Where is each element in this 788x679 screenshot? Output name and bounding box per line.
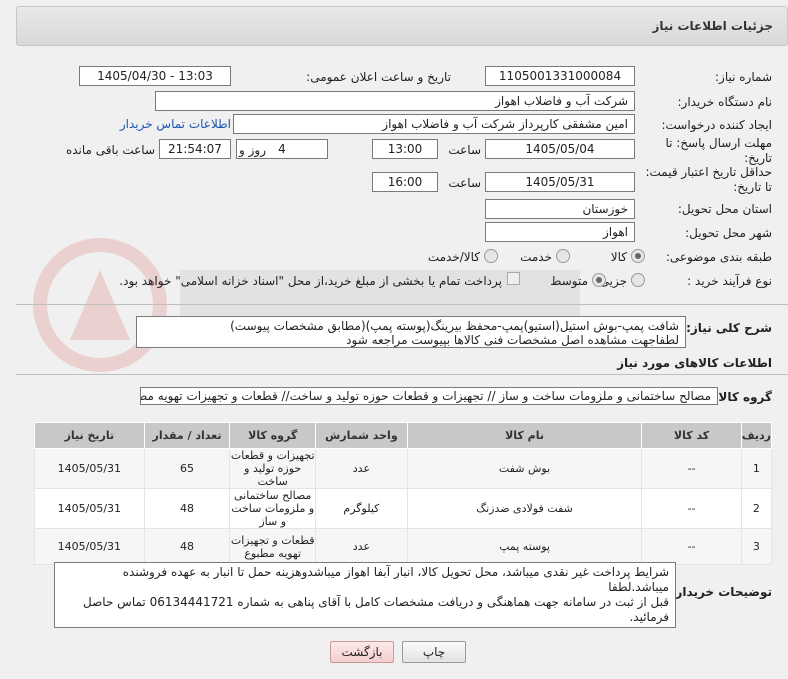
city-label: شهر محل تحویل: [685,226,772,240]
back-button[interactable]: بازگشت [330,641,394,663]
col-header-index: ردیف [740,422,773,449]
announce-datetime-field[interactable]: 1405/04/30 - 13:03 [79,66,231,86]
goods-group-label: گروه کالا: [713,390,772,404]
remaining-time-field[interactable]: 21:54:07 [159,139,231,159]
province-label: استان محل تحویل: [677,202,772,216]
description-textarea[interactable]: شافت پمپ-بوش استیل(استیو)پمپ-محفظ بیرینگ… [136,316,686,348]
col-header-name: نام کالا [406,422,643,449]
cell-unit: عدد [315,528,408,565]
requester-label: ایجاد کننده درخواست: [661,118,772,132]
buyer-org-label: نام دستگاه خریدار: [677,95,773,109]
cell-qty: 48 [143,528,231,565]
cell-name: شفت فولادی ضدزنگ [406,488,643,529]
buyer-notes-label: توضیحات خریدار: [670,585,772,599]
reply-time-label: ساعت [448,143,481,157]
table-header-row: ردیف کد کالا نام کالا واحد شمارش گروه کا… [34,422,773,449]
cell-qty: 48 [143,488,231,529]
category-radio-goods-service[interactable] [484,249,498,263]
divider [16,374,788,375]
cell-unit: عدد [315,448,408,489]
cell-group: مصالح ساختمانی و ملزومات ساخت و ساز [229,488,317,529]
table-row[interactable]: 2 -- شفت فولادی ضدزنگ کیلوگرم مصالح ساخت… [34,488,773,529]
reply-time-field[interactable]: 13:00 [372,139,438,159]
description-line-1: شافت پمپ-بوش استیل(استیو)پمپ-محفظ بیرینگ… [230,319,679,333]
purchase-radio-medium[interactable] [592,273,606,287]
treasury-payment-checkbox[interactable] [507,272,520,285]
col-header-code: کد کالا [641,422,742,449]
table-row[interactable]: 1 -- بوش شفت عدد تجهیزات و قطعات حوزه تو… [34,448,773,489]
category-label: طبقه بندی موضوعی: [665,250,772,264]
goods-group-field[interactable]: مصالح ساختمانی و ملزومات ساخت و ساز // ت… [140,387,718,405]
page-header: جزئیات اطلاعات نیاز [16,6,788,46]
cell-name: بوش شفت [406,448,643,489]
days-label: روز و [239,143,266,157]
col-header-unit: واحد شمارش [315,422,408,449]
cell-group: تجهیزات و قطعات حوزه تولید و ساخت [229,448,317,489]
cell-group: قطعات و تجهیزات تهویه مطبوع [229,528,317,565]
buyer-notes-textarea[interactable]: شرایط پرداخت غیر نقدی میباشد، محل تحویل … [54,562,676,628]
col-header-group: گروه کالا [229,422,317,449]
province-field[interactable]: خوزستان [485,199,635,219]
purchase-type-label: نوع فرآیند خرید : [687,274,772,288]
cell-code: -- [641,528,742,565]
description-label: شرح کلی نیاز: [686,321,772,335]
validity-time-field[interactable]: 16:00 [372,172,438,192]
cell-date: 1405/05/31 [34,448,145,489]
buyer-contact-link[interactable]: اطلاعات تماس خریدار [120,117,231,131]
cell-code: -- [641,488,742,529]
watermark-logo [33,238,580,372]
cell-index: 1 [740,448,773,489]
need-number-label: شماره نیاز: [715,70,772,84]
validity-label: حداقل تاریخ اعتبار قیمت: تا تاریخ: [645,165,772,194]
category-option-service: خدمت [520,250,552,264]
print-button[interactable]: چاپ [402,641,466,663]
description-line-2: لطفاجهت مشاهده اصل مشخصات فنی کالاها بپی… [346,333,679,347]
category-option-goods-service: کالا/خدمت [427,250,480,264]
table-row[interactable]: 3 -- پوسته پمپ عدد قطعات و تجهیزات تهویه… [34,528,773,565]
category-radio-goods[interactable] [631,249,645,263]
cell-index: 3 [740,528,773,565]
requester-field[interactable]: امین مشفقی کارپرداز شرکت آب و فاضلاب اهو… [233,114,635,134]
cell-name: پوسته پمپ [406,528,643,565]
city-field[interactable]: اهواز [485,222,635,242]
cell-unit: کیلوگرم [315,488,408,529]
col-header-date: تاریخ نیاز [34,422,145,449]
reply-deadline-label: مهلت ارسال پاسخ: تا تاریخ: [665,136,772,165]
col-header-qty: تعداد / مقدار [143,422,231,449]
validity-time-label: ساعت [448,176,481,190]
goods-table: ردیف کد کالا نام کالا واحد شمارش گروه کا… [34,422,773,565]
page-title: جزئیات اطلاعات نیاز [652,19,773,33]
purchase-radio-minor[interactable] [631,273,645,287]
treasury-payment-note: پرداخت تمام یا بخشی از مبلغ خرید،از محل … [119,274,502,288]
divider [16,304,788,305]
cell-date: 1405/05/31 [34,528,145,565]
need-number-field[interactable]: 1105001331000084 [485,66,635,86]
buyer-notes-line-2: قبل از ثبت در سامانه جهت هماهنگی و دریاف… [83,595,669,609]
buyer-org-field[interactable]: شرکت آب و فاضلاب اهواز [155,91,635,111]
cell-index: 2 [740,488,773,529]
buyer-notes-line-1: شرایط پرداخت غیر نقدی میباشد، محل تحویل … [122,565,669,594]
cell-qty: 65 [143,448,231,489]
reply-date-field[interactable]: 1405/05/04 [485,139,635,159]
goods-section-title: اطلاعات کالاهای مورد نیاز [617,356,772,370]
category-option-goods: کالا [610,250,627,264]
buyer-notes-line-3: فرمائید. [629,610,669,624]
validity-date-field[interactable]: 1405/05/31 [485,172,635,192]
cell-date: 1405/05/31 [34,488,145,529]
cell-code: -- [641,448,742,489]
purchase-option-medium: متوسط [550,274,588,288]
announce-datetime-label: تاریخ و ساعت اعلان عمومی: [306,70,451,84]
category-radio-service[interactable] [556,249,570,263]
page-root: جزئیات اطلاعات نیاز شماره نیاز: 11050013… [0,0,788,679]
remaining-time-label: ساعت باقی مانده [65,143,155,157]
